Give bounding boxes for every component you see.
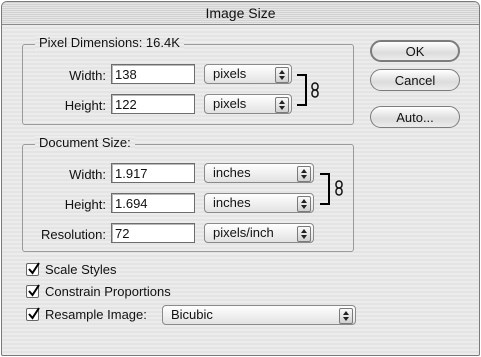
document-height-label: Height:: [64, 197, 106, 212]
pixel-dimensions-legend: Pixel Dimensions: 16.4K: [35, 35, 184, 50]
constrain-proportions-label[interactable]: Constrain Proportions: [45, 284, 171, 299]
cancel-button[interactable]: Cancel: [370, 69, 460, 91]
title-bar[interactable]: Image Size: [2, 2, 479, 25]
document-height-field[interactable]: 1.694: [111, 193, 195, 213]
pixel-width-unit-value: pixels: [213, 66, 247, 81]
document-height-unit-value: inches: [213, 195, 251, 210]
pixel-height-label: Height:: [64, 98, 106, 113]
resample-image-label[interactable]: Resample Image:: [45, 307, 147, 322]
resample-method-select[interactable]: Bicubic: [162, 305, 356, 325]
document-width-field[interactable]: 1.917: [111, 163, 195, 183]
document-width-unit-select[interactable]: inches: [204, 163, 314, 183]
document-link-bracket: [320, 173, 330, 205]
updown-arrows-icon: [339, 308, 353, 324]
ok-button[interactable]: OK: [370, 40, 460, 62]
resolution-unit-select[interactable]: pixels/inch: [204, 223, 314, 243]
pixel-width-unit-select[interactable]: pixels: [204, 64, 292, 84]
checkmark-icon: [28, 262, 40, 275]
constrain-proportions-checkbox[interactable]: [26, 284, 40, 298]
pixel-link-bracket: [297, 74, 307, 106]
scale-styles-checkbox[interactable]: [26, 262, 40, 276]
checkmark-icon: [28, 307, 40, 320]
resolution-label: Resolution:: [40, 227, 106, 242]
pixel-width-field[interactable]: 138: [111, 64, 195, 84]
scale-styles-label[interactable]: Scale Styles: [45, 262, 117, 277]
image-size-dialog: Image Size Pixel Dimensions: 16.4K Width…: [1, 1, 480, 356]
pixel-height-field[interactable]: 122: [111, 94, 195, 114]
auto-button[interactable]: Auto...: [370, 106, 460, 128]
resample-method-value: Bicubic: [171, 307, 213, 322]
document-height-unit-select[interactable]: inches: [204, 193, 314, 213]
updown-arrows-icon: [275, 67, 289, 83]
document-width-label: Width:: [69, 167, 106, 182]
chain-link-icon: [335, 180, 343, 196]
updown-arrows-icon: [297, 196, 311, 212]
pixel-height-unit-select[interactable]: pixels: [204, 94, 292, 114]
document-size-legend: Document Size:: [35, 135, 135, 150]
pixel-height-unit-value: pixels: [213, 96, 247, 111]
pixel-width-label: Width:: [69, 68, 106, 83]
resolution-unit-value: pixels/inch: [213, 225, 274, 240]
document-width-unit-value: inches: [213, 165, 251, 180]
resolution-field[interactable]: 72: [111, 223, 195, 243]
checkmark-icon: [28, 284, 40, 297]
window-title: Image Size: [205, 5, 276, 21]
updown-arrows-icon: [297, 226, 311, 242]
updown-arrows-icon: [275, 97, 289, 113]
updown-arrows-icon: [297, 166, 311, 182]
resample-image-checkbox[interactable]: [26, 307, 40, 321]
chain-link-icon: [311, 82, 319, 98]
